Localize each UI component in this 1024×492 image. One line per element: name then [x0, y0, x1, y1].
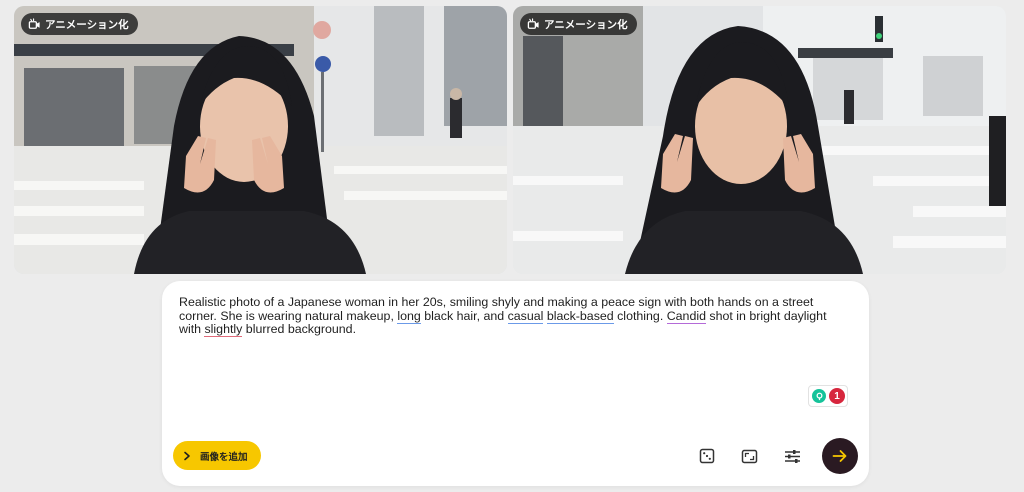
arrow-right-icon	[832, 450, 847, 462]
grammar-checker-widget[interactable]: 1	[808, 385, 848, 407]
grammarly-logo-icon	[812, 389, 826, 403]
dice-icon	[699, 448, 715, 464]
animate-label: アニメーション化	[45, 18, 129, 31]
animate-icon	[527, 17, 539, 29]
flagged-word[interactable]: long	[397, 308, 421, 324]
send-button[interactable]	[822, 438, 858, 474]
aspect-ratio-icon	[741, 449, 757, 463]
prompt-text-segment: black hair, and	[420, 308, 508, 323]
flagged-word[interactable]: casual	[507, 308, 544, 324]
flagged-word[interactable]: slightly	[204, 322, 243, 338]
generated-image-2[interactable]: アニメーション化	[513, 6, 1006, 274]
settings-sliders-icon	[784, 449, 800, 463]
add-image-button[interactable]: 画像を追加	[173, 441, 261, 470]
street-photo-2	[513, 6, 1006, 274]
prompt-text-segment: clothing.	[613, 308, 667, 323]
settings-button[interactable]	[781, 445, 803, 467]
prompt-composer: Realistic photo of a Japanese woman in h…	[162, 281, 869, 486]
prompt-input[interactable]: Realistic photo of a Japanese woman in h…	[179, 295, 851, 338]
flagged-word[interactable]: Candid	[666, 308, 706, 324]
aspect-ratio-button[interactable]	[738, 445, 760, 467]
issue-count-badge: 1	[829, 388, 845, 404]
prompt-text-segment: blurred background.	[242, 322, 357, 337]
add-image-label: 画像を追加	[200, 451, 248, 463]
animate-button[interactable]: アニメーション化	[520, 13, 637, 35]
street-photo-1	[14, 6, 507, 274]
chevron-right-icon	[184, 451, 190, 460]
animate-button[interactable]: アニメーション化	[21, 13, 138, 35]
random-prompt-button[interactable]	[696, 445, 718, 467]
flagged-word[interactable]: black-based	[546, 308, 614, 324]
generated-image-1[interactable]: アニメーション化	[14, 6, 507, 274]
animate-label: アニメーション化	[544, 18, 628, 31]
animate-icon	[28, 17, 40, 29]
